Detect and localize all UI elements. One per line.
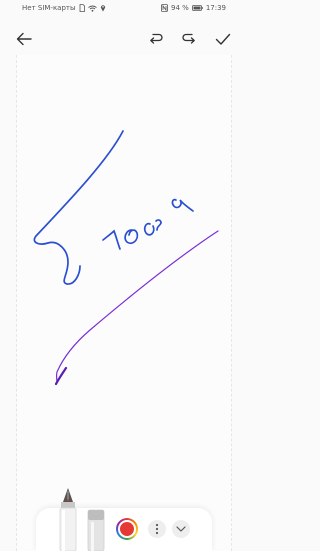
more-vertical-icon: [155, 523, 159, 535]
location-icon: [100, 5, 105, 12]
status-right: 94 % 17:39: [161, 4, 226, 12]
arrow-left-icon: [16, 32, 32, 46]
more-options-button[interactable]: [148, 520, 166, 538]
wifi-icon: [87, 5, 97, 12]
redo-button[interactable]: [178, 28, 200, 50]
drawing-canvas[interactable]: [16, 55, 232, 551]
clock: 17:39: [205, 4, 226, 12]
battery-percent: 94 %: [171, 4, 189, 12]
undo-icon: [150, 33, 163, 44]
undo-button[interactable]: [145, 28, 167, 50]
confirm-button[interactable]: [212, 28, 234, 50]
status-left: Нет SIM-карты: [22, 4, 106, 12]
top-toolbar: [0, 24, 248, 54]
battery-icon: [191, 5, 203, 11]
fountain-pen-icon[interactable]: [56, 488, 80, 551]
back-button[interactable]: [13, 28, 35, 50]
collapse-toolbar-button[interactable]: [172, 520, 190, 538]
check-icon: [215, 33, 231, 45]
nfc-icon: [161, 4, 168, 12]
chevron-down-icon: [176, 526, 186, 532]
status-bar: Нет SIM-карты 94 % 17:39: [0, 0, 248, 18]
eraser-icon[interactable]: [84, 508, 108, 551]
current-color-swatch: [118, 520, 136, 538]
redo-icon: [182, 33, 195, 44]
carrier-text: Нет SIM-карты: [22, 4, 76, 12]
color-picker-button[interactable]: [116, 518, 138, 540]
sim-icon: [79, 4, 85, 12]
